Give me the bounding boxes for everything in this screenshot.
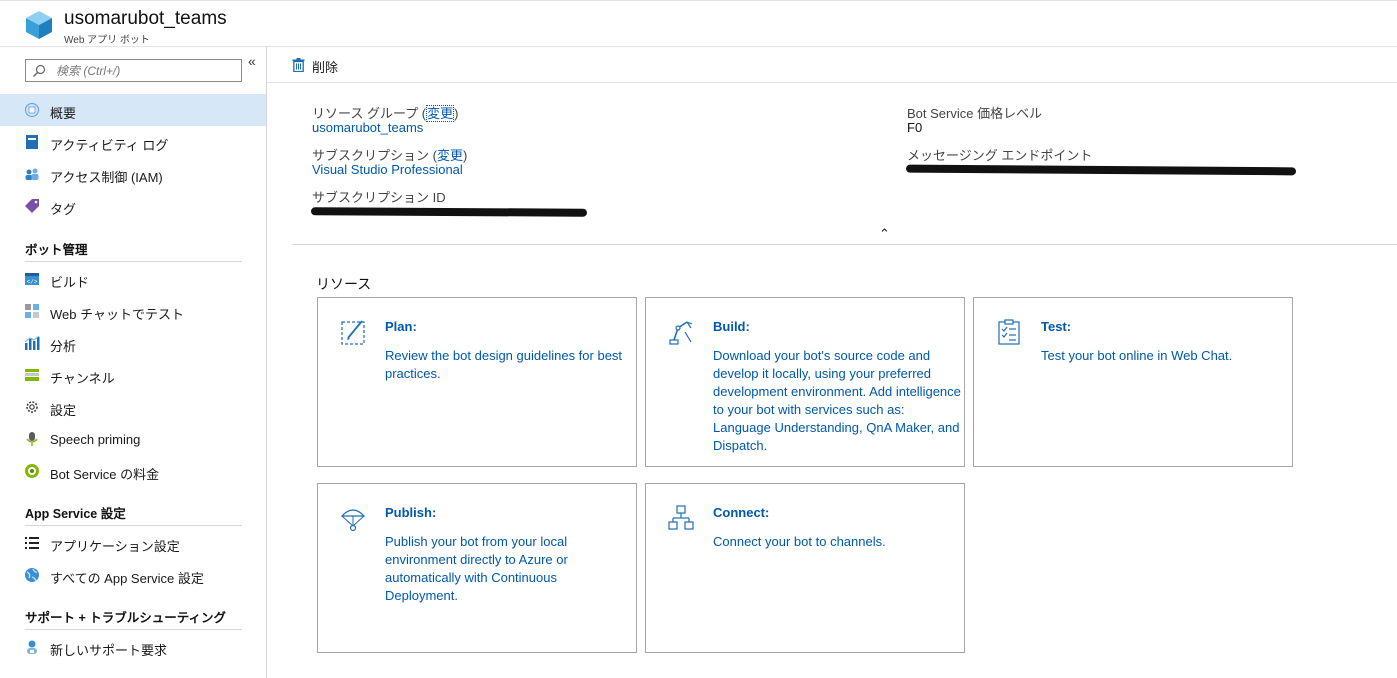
search-box[interactable]: [25, 59, 242, 82]
card-title: Test:: [1041, 319, 1072, 334]
sidebar: « 概要 アクティビティ ログ アクセス制御 (IAM) タグ ボット管理 </…: [0, 47, 267, 678]
sidebar-item-channels[interactable]: チャンネル: [0, 359, 266, 391]
essentials-divider: [292, 244, 1397, 245]
section-title-support: サポート + トラブルシューティング: [25, 611, 226, 625]
search-icon: [33, 64, 46, 77]
activity-log-icon: [26, 135, 38, 149]
command-bar: 削除: [267, 47, 1397, 83]
card-title: Publish:: [385, 505, 437, 520]
card-description: Publish your bot from your local environ…: [385, 534, 568, 603]
resource-group-label-text: リソース グループ (: [312, 106, 427, 121]
sidebar-item-label: アクティビティ ログ: [50, 138, 169, 153]
subscription-value-link[interactable]: Visual Studio Professional: [312, 162, 463, 177]
overview-icon: [25, 103, 39, 117]
sidebar-item-label: 新しいサポート要求: [50, 643, 168, 658]
card-connect[interactable]: Connect: Connect your bot to channels.: [645, 483, 965, 653]
resource-group-change-link[interactable]: 変更: [426, 105, 455, 122]
gear-icon: [26, 401, 38, 413]
sidebar-item-speech-priming[interactable]: Speech priming: [0, 423, 266, 455]
sidebar-item-iam[interactable]: アクセス制御 (IAM): [0, 158, 266, 190]
delete-label: 削除: [312, 60, 339, 75]
svg-text:</>: </>: [27, 279, 38, 286]
collapse-sidebar-icon[interactable]: «: [248, 53, 256, 69]
resource-group-close-paren: ): [454, 106, 459, 121]
messaging-endpoint-label: メッセージング エンドポイント: [907, 148, 1093, 163]
sidebar-item-analytics[interactable]: 分析: [0, 327, 266, 359]
main-content: 削除 リソース グループ (変更) usomarubot_teams サブスクリ…: [267, 47, 1397, 678]
sidebar-item-activity-log[interactable]: アクティビティ ログ: [0, 126, 266, 158]
checklist-icon: [998, 319, 1020, 345]
bot-cube-icon: [26, 11, 52, 39]
subscription-change-link[interactable]: 変更: [437, 148, 463, 163]
sidebar-item-all-app-service-settings[interactable]: すべての App Service 設定: [0, 559, 266, 591]
sidebar-item-label: 概要: [50, 106, 77, 121]
sidebar-item-settings[interactable]: 設定: [0, 391, 266, 423]
sidebar-item-label: 分析: [50, 339, 77, 354]
card-title: Connect:: [713, 505, 770, 520]
globe-icon: [25, 568, 39, 582]
network-hierarchy-icon: [668, 505, 694, 530]
card-description: Review the bot design guidelines for bes…: [385, 348, 623, 381]
collapse-essentials-icon[interactable]: ⌃︎: [879, 226, 890, 242]
resource-group-value-link[interactable]: usomarubot_teams: [312, 120, 423, 135]
section-divider: [25, 525, 242, 526]
people-icon: [25, 168, 39, 180]
card-plan[interactable]: Plan: Review the bot design guidelines f…: [317, 297, 637, 467]
card-description: Download your bot's source code and deve…: [713, 348, 961, 453]
sidebar-item-new-support-request[interactable]: 新しいサポート要求: [0, 631, 266, 663]
redacted-messaging-endpoint: [905, 164, 1297, 176]
sidebar-item-label: タグ: [50, 202, 77, 217]
sidebar-item-label: すべての App Service 設定: [50, 571, 204, 586]
card-description: Test your bot online in Web Chat.: [1041, 348, 1233, 363]
card-build[interactable]: Build: Download your bot's source code a…: [645, 297, 965, 467]
pricing-tier-value: F0: [907, 120, 923, 135]
sidebar-item-overview[interactable]: 概要: [0, 94, 266, 126]
support-person-icon: [27, 640, 37, 654]
sidebar-item-label: アプリケーション設定: [50, 539, 180, 554]
trash-icon: [292, 58, 305, 72]
sidebar-item-pricing[interactable]: Bot Service の料金: [0, 455, 266, 487]
card-description: Connect your bot to channels.: [713, 534, 886, 549]
pencil-design-icon: [341, 320, 365, 345]
resources-heading: リソース: [316, 276, 372, 292]
sidebar-item-label: Bot Service の料金: [50, 467, 160, 482]
search-input[interactable]: [56, 62, 236, 80]
subscription-label-text: サブスクリプション (: [312, 148, 437, 163]
tag-icon: [25, 199, 39, 213]
microphone-icon: [26, 432, 38, 446]
pricing-tier-label: Bot Service 価格レベル: [907, 106, 1043, 121]
sidebar-item-tags[interactable]: タグ: [0, 190, 266, 222]
list-icon: [25, 537, 39, 549]
sidebar-item-label: ビルド: [50, 275, 90, 290]
webchat-grid-icon: [25, 304, 39, 318]
card-test[interactable]: Test: Test your bot online in Web Chat.: [973, 297, 1293, 467]
pricing-icon: [25, 464, 39, 478]
sidebar-item-label: Web チャットでテスト: [50, 307, 184, 322]
sidebar-item-app-settings[interactable]: アプリケーション設定: [0, 527, 266, 559]
bar-chart-icon: [24, 335, 40, 350]
blade-header: usomarubot_teams Web アプリ ボット: [0, 0, 1397, 47]
channels-icon: [25, 369, 39, 381]
section-title-bot-management: ボット管理: [25, 243, 88, 257]
robot-arm-icon: [669, 321, 693, 345]
sidebar-item-webchat-test[interactable]: Web チャットでテスト: [0, 295, 266, 327]
card-publish[interactable]: Publish: Publish your bot from your loca…: [317, 483, 637, 653]
sidebar-item-label: アクセス制御 (IAM): [50, 170, 163, 185]
section-divider: [25, 629, 242, 630]
sidebar-item-build[interactable]: </> ビルド: [0, 263, 266, 295]
section-title-app-service: App Service 設定: [25, 507, 126, 521]
sidebar-item-label: Speech priming: [50, 432, 141, 447]
sidebar-item-label: チャンネル: [50, 371, 115, 386]
page-subtitle: Web アプリ ボット: [64, 35, 150, 46]
subscription-close-paren: ): [462, 148, 468, 163]
card-title: Plan:: [385, 319, 417, 334]
section-divider: [25, 261, 242, 262]
subscription-id-label: サブスクリプション ID: [312, 190, 446, 205]
page-title: usomarubot_teams: [64, 8, 227, 29]
card-title: Build:: [713, 319, 750, 334]
redacted-subscription-id: [310, 207, 588, 217]
code-icon: </>: [25, 273, 39, 286]
parachute-icon: [340, 509, 366, 532]
sidebar-item-label: 設定: [50, 403, 77, 418]
